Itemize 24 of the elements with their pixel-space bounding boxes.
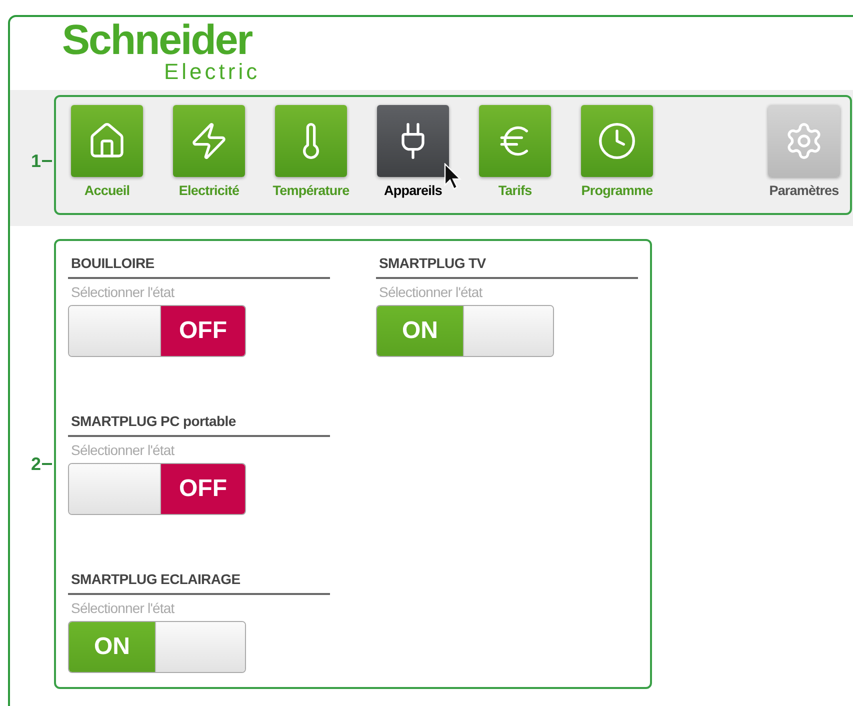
state-hint: Sélectionner l'état: [70, 441, 176, 460]
nav-label: Paramètres: [769, 182, 839, 200]
device-title: BOUILLOIRE: [70, 254, 156, 273]
toggle-switch[interactable]: OFF: [68, 305, 246, 357]
nav-label: Programme: [581, 182, 653, 200]
nav-label: Température: [272, 182, 350, 200]
cursor-icon: [444, 163, 464, 191]
toggle-switch[interactable]: OFF: [68, 463, 246, 515]
device-title: SMARTPLUG PC portable: [70, 412, 237, 431]
clock-icon: [597, 121, 637, 161]
logo-brand: Schneider: [62, 19, 254, 61]
nav-label: Accueil: [84, 182, 130, 200]
nav-label: Tarifs: [498, 182, 532, 200]
callout-number: 1: [30, 152, 41, 170]
state-hint: Sélectionner l'état: [70, 599, 176, 618]
nav-label: Electricité: [178, 182, 240, 200]
nav-tab[interactable]: [377, 105, 449, 177]
callout-number: 2: [30, 455, 41, 473]
state-hint: Sélectionner l'état: [70, 283, 176, 302]
logo-subtitle: Electric: [163, 61, 262, 83]
nav-label: Appareils: [384, 182, 442, 200]
device-title: SMARTPLUG TV: [378, 254, 487, 273]
state-hint: Sélectionner l'état: [378, 283, 484, 302]
device-title: SMARTPLUG ECLAIRAGE: [70, 570, 242, 589]
